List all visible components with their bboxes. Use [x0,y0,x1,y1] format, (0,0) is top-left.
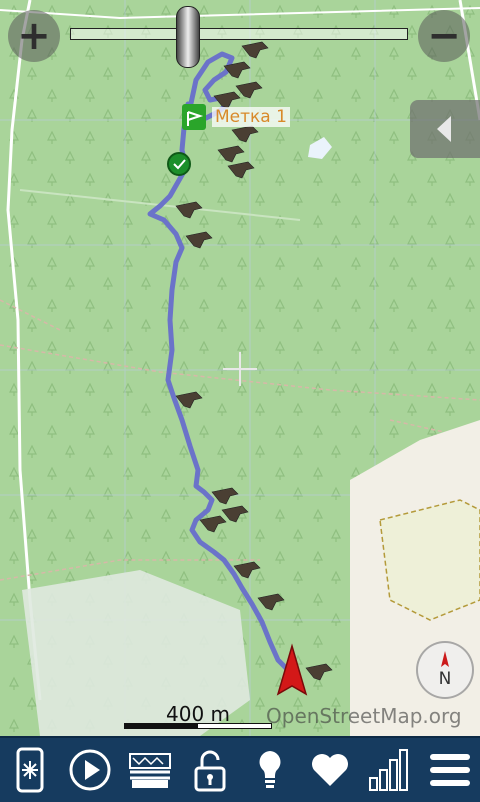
compass-label: N [438,669,452,689]
unlock-icon [194,750,226,792]
signal-bars-icon [369,749,408,791]
start-marker-icon[interactable] [167,152,191,176]
side-panel-toggle-button[interactable] [410,100,480,158]
phone-snowflake-icon [16,747,44,793]
brightness-button[interactable] [244,742,296,798]
signal-button[interactable] [364,742,416,798]
heart-icon [312,754,348,786]
play-button[interactable] [64,742,116,798]
menu-icon [430,754,470,786]
scale-bar [124,723,272,729]
menu-button[interactable] [424,742,476,798]
map-layers-icon [129,753,171,788]
phone-snowflake-button[interactable] [4,742,56,798]
lightbulb-icon [259,751,281,788]
zoom-out-button[interactable]: − [418,10,470,62]
chevron-left-icon [437,116,451,142]
zoom-slider-thumb[interactable] [176,6,200,68]
favorites-button[interactable] [304,742,356,798]
plus-icon: + [17,13,51,59]
flag-marker-icon[interactable] [182,104,206,130]
play-icon [69,749,111,791]
bottom-toolbar [0,736,480,802]
marker-label: Метка 1 [212,107,290,127]
lock-button[interactable] [184,742,236,798]
map-layers-button[interactable] [124,742,176,798]
zoom-in-button[interactable]: + [8,10,60,62]
map-attribution: OpenStreetMap.org [266,704,462,728]
zoom-slider-track[interactable] [70,28,408,40]
compass-button[interactable]: N [416,641,474,699]
minus-icon: − [427,13,461,59]
